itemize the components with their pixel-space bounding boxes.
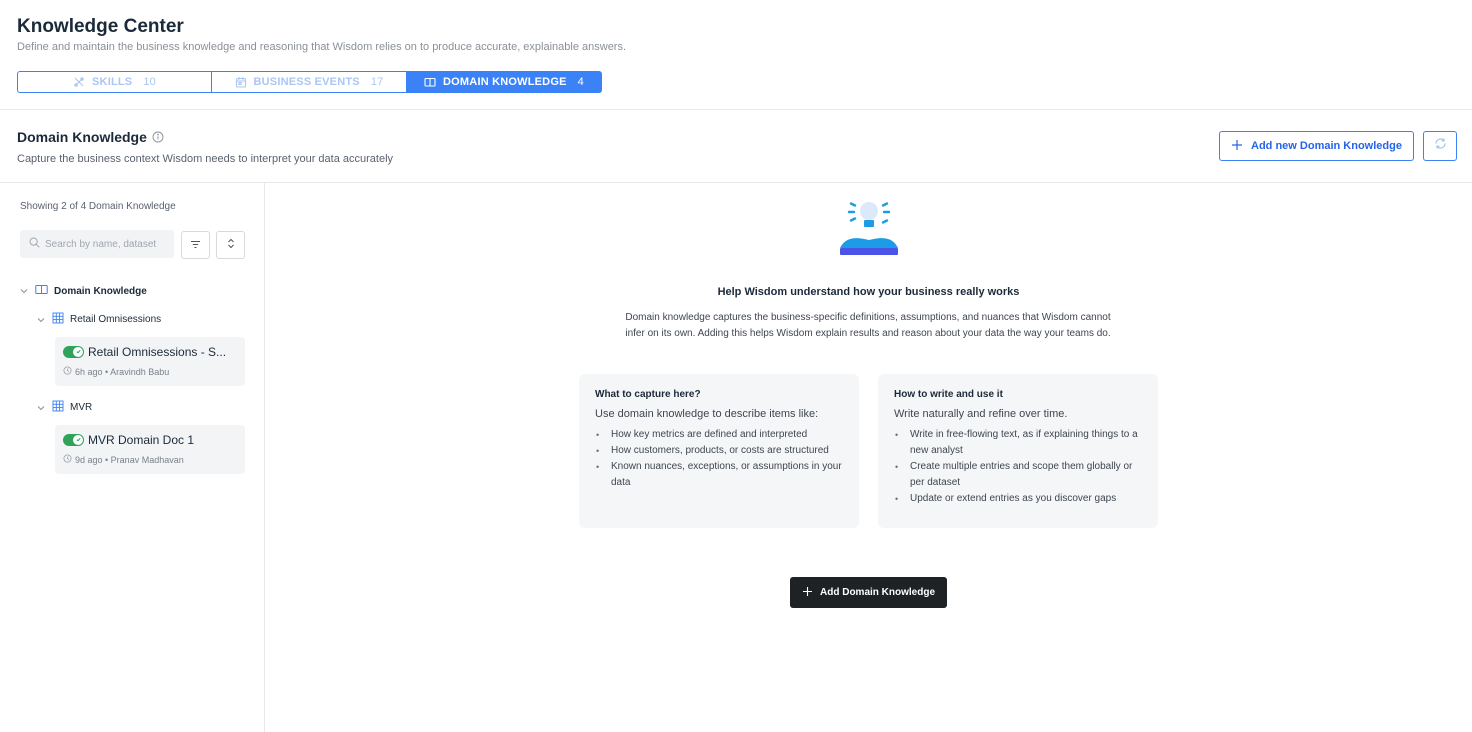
tree-group-mvr[interactable]: MVR: [36, 400, 92, 415]
tab-bar: SKILLS 10 BUSINESS EVENTS 17 DOMAIN KNOW…: [17, 71, 602, 93]
section-title: Domain Knowledge: [17, 129, 164, 145]
sort-button[interactable]: [216, 231, 245, 259]
plus-icon: [802, 586, 813, 600]
tab-label: BUSINESS EVENTS: [253, 76, 360, 88]
help-description: Domain knowledge captures the business-s…: [625, 312, 1111, 339]
card-intro: Use domain knowledge to describe items l…: [595, 408, 819, 420]
doc-meta: 6h ago • Aravindh Babu: [63, 366, 169, 377]
chevron-down-icon[interactable]: [19, 286, 29, 296]
section-header: Domain Knowledge Capture the business co…: [0, 110, 1472, 183]
calendar-icon: [235, 76, 247, 88]
tab-label: SKILLS: [92, 76, 133, 88]
list-item: How key metrics are defined and interpre…: [595, 427, 843, 443]
clock-icon: [63, 454, 72, 465]
page-title: Knowledge Center: [17, 16, 184, 37]
add-new-domain-knowledge-button[interactable]: Add new Domain Knowledge: [1219, 131, 1414, 161]
tree-group-label: MVR: [70, 402, 93, 413]
add-domain-knowledge-button[interactable]: Add Domain Knowledge: [790, 577, 947, 608]
tab-domain-knowledge[interactable]: DOMAIN KNOWLEDGE 4: [407, 71, 602, 93]
how-to-write-card: How to write and use it Write naturally …: [878, 374, 1158, 528]
tree-root-domain-knowledge[interactable]: Domain Knowledge: [19, 284, 147, 298]
refresh-button[interactable]: [1423, 131, 1457, 161]
book-icon: [35, 284, 48, 298]
info-icon[interactable]: [152, 131, 164, 143]
filter-icon: [190, 236, 201, 254]
chevron-down-icon[interactable]: [36, 403, 46, 413]
doc-title: Retail Omnisessions - S...: [88, 345, 227, 359]
list-item: How customers, products, or costs are st…: [595, 443, 843, 459]
table-grid-icon: [52, 312, 64, 327]
add-new-domain-knowledge-label: Add new Domain Knowledge: [1251, 140, 1402, 152]
book-icon: [424, 76, 436, 88]
refresh-icon: [1434, 137, 1447, 155]
tab-count: 17: [370, 76, 384, 88]
card-list: Write in free-flowing text, as if explai…: [894, 427, 1142, 507]
section-description: Capture the business context Wisdom need…: [17, 153, 394, 165]
sort-icon: [227, 236, 235, 254]
tree-group-retail-omnisessions[interactable]: Retail Omnisessions: [36, 312, 161, 327]
tab-business-events[interactable]: BUSINESS EVENTS 17: [212, 71, 407, 93]
filter-button[interactable]: [181, 231, 210, 259]
tab-label: DOMAIN KNOWLEDGE: [443, 76, 567, 88]
tree-root-label: Domain Knowledge: [54, 285, 147, 297]
showing-count-text: Showing 2 of 4 Domain Knowledge: [20, 201, 176, 212]
list-item: Create multiple entries and scope them g…: [894, 459, 1142, 491]
list-item: Write in free-flowing text, as if explai…: [894, 427, 1142, 459]
search-input[interactable]: [45, 238, 170, 250]
domain-doc-card[interactable]: MVR Domain Doc 1 9d ago • Pranav Madhava…: [55, 425, 245, 474]
skills-icon: [73, 76, 85, 88]
page-header: Knowledge Center Define and maintain the…: [0, 0, 1472, 110]
enabled-toggle[interactable]: [63, 434, 84, 446]
doc-meta: 9d ago • Pranav Madhavan: [63, 454, 184, 465]
lightbulb-book-illustration-icon: [839, 196, 899, 258]
help-title: Help Wisdom understand how your business…: [717, 286, 1020, 298]
list-item: Known nuances, exceptions, or assumption…: [595, 459, 843, 491]
add-domain-knowledge-label: Add Domain Knowledge: [820, 587, 935, 598]
tab-count: 4: [577, 76, 584, 88]
page-subtitle: Define and maintain the business knowled…: [17, 41, 627, 53]
tab-skills[interactable]: SKILLS 10: [17, 71, 212, 93]
search-box[interactable]: [20, 230, 174, 258]
card-list: How key metrics are defined and interpre…: [595, 427, 843, 491]
sidebar: Showing 2 of 4 Domain Knowledge Domain K…: [0, 183, 265, 732]
chevron-down-icon[interactable]: [36, 315, 46, 325]
tree-group-label: Retail Omnisessions: [70, 314, 162, 325]
enabled-toggle[interactable]: [63, 346, 84, 358]
card-title: What to capture here?: [595, 389, 701, 400]
doc-title: MVR Domain Doc 1: [88, 433, 195, 447]
list-item: Update or extend entries as you discover…: [894, 491, 1142, 507]
table-grid-icon: [52, 400, 64, 415]
doc-meta-text: 9d ago • Pranav Madhavan: [75, 454, 184, 465]
clock-icon: [63, 366, 72, 377]
tab-count: 10: [143, 76, 156, 88]
section-title-text: Domain Knowledge: [17, 129, 147, 145]
doc-meta-text: 6h ago • Aravindh Babu: [75, 366, 170, 377]
card-title: How to write and use it: [894, 389, 1003, 400]
card-intro: Write naturally and refine over time.: [894, 408, 1068, 420]
domain-doc-card[interactable]: Retail Omnisessions - S... 6h ago • Arav…: [55, 337, 245, 386]
what-to-capture-card: What to capture here? Use domain knowled…: [579, 374, 859, 528]
search-icon: [29, 235, 40, 253]
main-panel: Help Wisdom understand how your business…: [265, 183, 1472, 732]
plus-icon: [1231, 139, 1243, 154]
